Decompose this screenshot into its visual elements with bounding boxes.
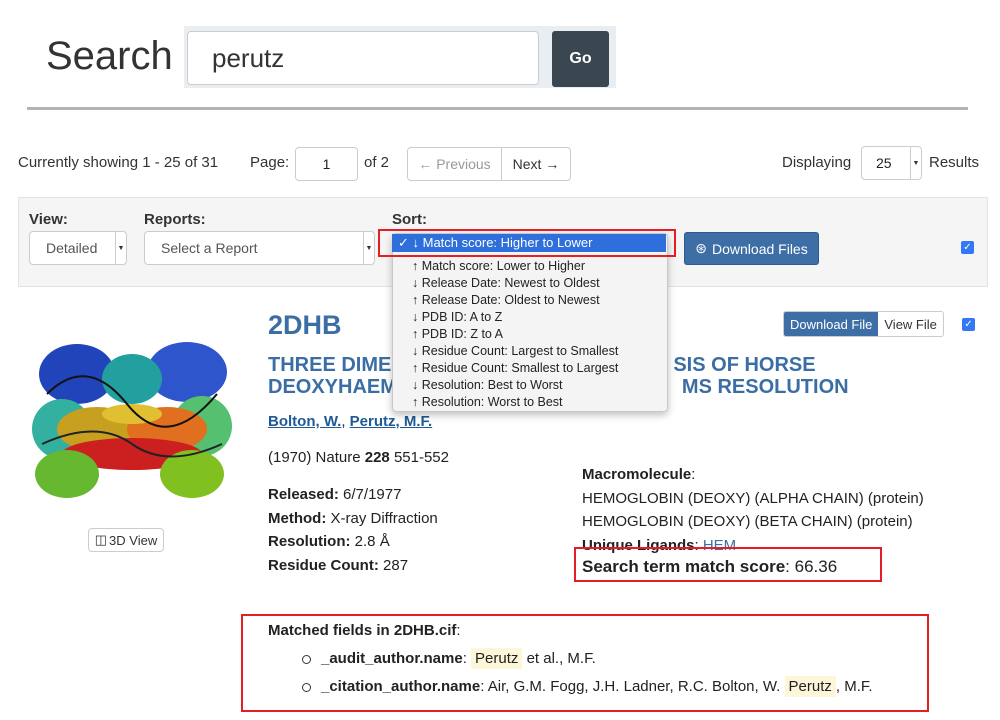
macromolecule-item: HEMOGLOBIN (DEOXY) (ALPHA CHAIN) (protei… <box>582 489 924 507</box>
macromolecule-section: Macromolecule: HEMOGLOBIN (DEOXY) (ALPHA… <box>582 466 924 554</box>
caret-down-icon: ▼ <box>910 147 921 179</box>
page-number-input[interactable]: 1 <box>295 147 358 181</box>
sort-option[interactable]: ↓ Resolution: Best to Worst <box>393 377 667 394</box>
method-label: Method: <box>268 509 327 527</box>
title-line2-end: MS RESOLUTION <box>681 376 849 398</box>
view-select[interactable]: Detailed ▼ <box>29 231 127 265</box>
sort-option[interactable]: ↓ Residue Count: Largest to Smallest <box>393 343 667 360</box>
pager: ← Previous Next → <box>407 147 571 181</box>
view-label: View: <box>29 211 68 228</box>
previous-button[interactable]: ← Previous <box>408 148 502 180</box>
sort-option[interactable]: ↑ Resolution: Worst to Best <box>393 394 667 411</box>
sort-option[interactable]: ↑ PDB ID: Z to A <box>393 326 667 343</box>
macromolecule-item: HEMOGLOBIN (DEOXY) (BETA CHAIN) (protein… <box>582 513 913 530</box>
title-line1-start: THREE DIME <box>268 354 392 376</box>
released-label: Released: <box>268 486 339 503</box>
results-per-page-value: 25 <box>876 155 892 171</box>
next-button[interactable]: Next → <box>502 148 570 180</box>
page-title: Search <box>46 34 173 78</box>
page-total: of 2 <box>364 154 390 171</box>
go-button[interactable]: Go <box>552 31 609 87</box>
title-line2-start: DEOXYHAEM <box>268 376 397 398</box>
method-value: X-ray Diffraction <box>330 509 438 527</box>
citation-volume: 228 <box>364 449 390 466</box>
resolution-label: Resolution: <box>268 533 351 550</box>
sort-option[interactable]: ↑ Release Date: Oldest to Newest <box>393 292 667 309</box>
sort-option[interactable]: ↑ Match score: Lower to Higher <box>393 258 667 275</box>
resolution-value: 2.8 Å <box>354 533 390 550</box>
reports-select-value: Select a Report <box>161 240 258 256</box>
sort-label: Sort: <box>392 211 427 228</box>
entry-details: Released: 6/7/1977 Method: X-ray Diffrac… <box>268 483 438 577</box>
sort-dropdown-menu: ↑ Match score: Lower to Higher ↓ Release… <box>392 233 668 412</box>
download-files-label: Download Files <box>712 240 808 257</box>
results-per-page-select[interactable]: 25 ▼ <box>861 146 922 180</box>
reports-label: Reports: <box>144 211 206 228</box>
citation-journal: (1970) Nature <box>268 449 361 466</box>
author-link[interactable]: Bolton, W. <box>268 413 341 430</box>
residue-label: Residue Count: <box>268 556 379 574</box>
sort-option[interactable]: ↑ Residue Count: Smallest to Largest <box>393 360 667 377</box>
3d-view-label: 3D View <box>109 532 158 548</box>
caret-down-icon: ▼ <box>115 232 126 264</box>
caret-down-icon: ▼ <box>363 232 374 264</box>
pdb-id-link[interactable]: 2DHB <box>268 310 342 341</box>
select-all-checkbox[interactable]: ✓ <box>961 241 974 254</box>
sort-option[interactable]: ↓ Release Date: Newest to Oldest <box>393 275 667 292</box>
results-label: Results <box>929 154 980 171</box>
download-file-button[interactable]: Download File <box>784 312 879 336</box>
structure-image <box>27 334 235 506</box>
3d-view-button[interactable]: ◫ 3D View <box>88 528 164 552</box>
reports-select[interactable]: Select a Report ▼ <box>144 231 375 265</box>
displaying-label: Displaying <box>782 154 852 171</box>
file-buttons: Download File View File <box>783 311 944 337</box>
entry-checkbox[interactable]: ✓ <box>962 318 975 331</box>
search-input[interactable] <box>187 31 539 85</box>
view-file-button[interactable]: View File <box>878 312 943 336</box>
released-value: 6/7/1977 <box>343 486 402 503</box>
results-count: Currently showing 1 - 25 of 31 <box>18 154 219 171</box>
citation: (1970) Nature 228 551-552 <box>268 449 449 466</box>
matched-fields-highlight-box <box>241 614 929 712</box>
citation-pages: 551-552 <box>393 449 449 466</box>
header-divider <box>27 107 968 110</box>
score-highlight-box <box>574 547 882 582</box>
author-link[interactable]: Perutz, M.F. <box>350 413 433 430</box>
download-files-button[interactable]: ⊛ Download Files <box>684 232 819 265</box>
download-icon: ⊛ <box>695 240 707 256</box>
page-label: Page: <box>250 154 290 171</box>
title-line1-end: SIS OF HORSE <box>673 354 816 376</box>
author-list: Bolton, W., Perutz, M.F. <box>268 413 433 430</box>
sort-option[interactable]: ↓ PDB ID: A to Z <box>393 309 667 326</box>
macromolecule-label: Macromolecule <box>582 466 692 483</box>
view-select-value: Detailed <box>46 240 98 256</box>
residue-value: 287 <box>383 556 409 574</box>
cube-icon: ◫ <box>94 532 108 547</box>
sort-highlight-box <box>378 229 676 257</box>
